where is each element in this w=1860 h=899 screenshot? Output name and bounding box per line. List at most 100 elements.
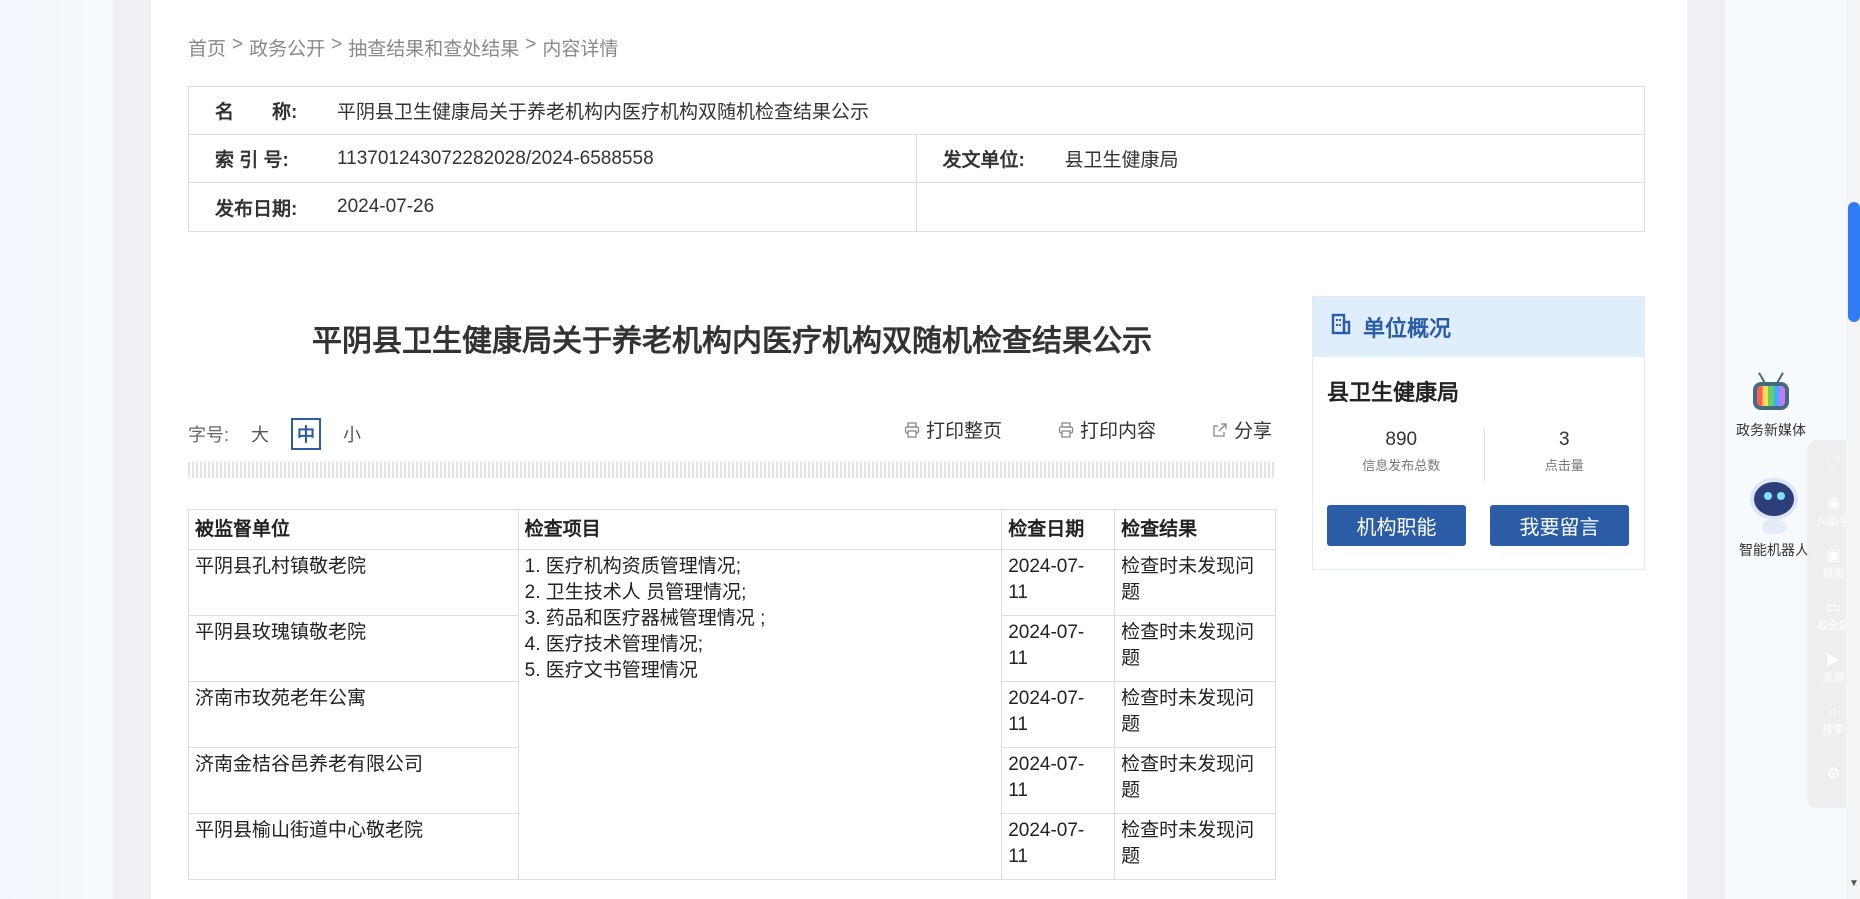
meta-index-label: 索 引 号: xyxy=(215,150,289,171)
date-line: 11 xyxy=(1008,648,1028,669)
cell-date: 2024-07- 11 xyxy=(1001,615,1116,682)
new-media-widget[interactable]: 政务新媒体 xyxy=(1733,372,1809,440)
toolbar-label: 搜索 xyxy=(1822,724,1845,736)
date-line: 2024-07- xyxy=(1008,688,1085,709)
font-size-medium-button[interactable]: 中 xyxy=(291,418,322,450)
stat-published-count: 890 xyxy=(1385,429,1418,450)
font-size-large-button[interactable]: 大 xyxy=(251,421,269,447)
breadcrumb-separator: > xyxy=(331,34,343,55)
smart-robot-widget[interactable]: 智能机器人 xyxy=(1733,470,1815,560)
date-line: 11 xyxy=(1008,714,1028,735)
breadcrumb-current: 内容详情 xyxy=(542,39,619,60)
date-line: 2024-07- xyxy=(1008,754,1085,775)
date-line: 2024-07- xyxy=(1008,820,1085,841)
print-page-button[interactable]: 打印整页 xyxy=(904,416,1002,443)
cell-date: 2024-07- 11 xyxy=(1001,747,1116,814)
toolbar-label: 截图 xyxy=(1822,568,1845,580)
column-header: 检查项目 xyxy=(517,509,1003,550)
date-line: 2024-07- xyxy=(1008,556,1085,577)
meta-name-label: 名 称: xyxy=(215,102,298,123)
unit-overview-panel: 单位概况 县卫生健康局 890 信息发布总数 3 点击量 机构职能 我要留言 xyxy=(1312,296,1645,570)
date-line: 11 xyxy=(1008,582,1028,603)
breadcrumb-home[interactable]: 首页 xyxy=(188,34,226,61)
breadcrumb-gov-affairs[interactable]: 政务公开 xyxy=(249,34,325,61)
print-content-button[interactable]: 打印内容 xyxy=(1058,416,1156,443)
scrollbar-thumb[interactable] xyxy=(1848,202,1860,322)
font-size-label: 字号: xyxy=(188,425,230,445)
share-icon xyxy=(1212,422,1228,438)
leave-message-button[interactable]: 我要留言 xyxy=(1490,505,1629,546)
stat-published-label: 信息发布总数 xyxy=(1362,458,1441,473)
result-line: 检查时未发现问 xyxy=(1121,820,1255,841)
meta-row-date: 发布日期: 2024-07-26 xyxy=(189,183,1644,231)
cell-date: 2024-07- 11 xyxy=(1001,813,1116,880)
table-row: 平阴县孔村镇敬老院 1. 医疗机构资质管理情况; 2. 卫生技术人 员管理情况;… xyxy=(188,549,1276,880)
cell-unit: 济南金桔谷邑养老有限公司 xyxy=(188,747,519,814)
printer-icon xyxy=(1058,421,1074,438)
unit-stats: 890 信息发布总数 3 点击量 xyxy=(1313,429,1644,481)
cell-result: 检查时未发现问题 xyxy=(1114,681,1276,748)
column-header: 被监督单位 xyxy=(188,509,519,550)
breadcrumb: 首页 > 政务公开 > 抽查结果和查处结果 > 内容详情 xyxy=(188,34,618,61)
inspection-table: 被监督单位 检查项目 检查日期 检查结果 平阴县孔村镇敬老院 1. 医疗机构资质… xyxy=(188,509,1276,880)
date-line: 11 xyxy=(1008,780,1028,801)
unit-overview-title: 单位概况 xyxy=(1363,316,1452,341)
divider xyxy=(188,462,1276,478)
result-line: 题 xyxy=(1121,780,1141,801)
page-gutter-left xyxy=(113,0,151,899)
toolbar-label: 录屏 xyxy=(1822,672,1845,684)
tv-icon xyxy=(1751,372,1791,414)
cell-unit: 平阴县孔村镇敬老院 xyxy=(188,549,519,616)
breadcrumb-separator: > xyxy=(232,34,244,55)
result-line: 检查时未发现问 xyxy=(1121,556,1255,577)
unit-overview-header: 单位概况 xyxy=(1313,297,1644,357)
institution-functions-button[interactable]: 机构职能 xyxy=(1327,505,1466,546)
stat-clicks: 3 点击量 xyxy=(1485,429,1645,481)
scrollbar-track[interactable] xyxy=(1846,0,1860,899)
scroll-down-arrow-icon[interactable]: ▼ xyxy=(1848,878,1860,896)
date-line: 11 xyxy=(1008,846,1028,867)
cell-unit: 平阴县榆山街道中心敬老院 xyxy=(188,813,519,880)
meta-issuer-value: 县卫生健康局 xyxy=(1064,150,1179,171)
stat-clicks-count: 3 xyxy=(1558,429,1570,450)
inspection-item: 4. 医疗技术管理情况; xyxy=(524,634,704,655)
cell-inspection-items: 1. 医疗机构资质管理情况; 2. 卫生技术人 员管理情况; 3. 药品和医疗器… xyxy=(517,549,1003,880)
cell-result: 检查时未发现问题 xyxy=(1114,549,1276,616)
font-size-switcher: 字号: 大 中 小 xyxy=(188,418,361,450)
toolbar-label: AI助手 xyxy=(1817,516,1850,528)
cell-date: 2024-07- 11 xyxy=(1001,681,1116,748)
column-header: 检查日期 xyxy=(1001,509,1116,550)
inspection-item: 3. 药品和医疗器械管理情况 ; xyxy=(524,608,766,629)
result-line: 题 xyxy=(1121,714,1141,735)
meta-name-value: 平阴县卫生健康局关于养老机构内医疗机构双随机检查结果公示 xyxy=(337,102,870,123)
font-size-small-button[interactable]: 小 xyxy=(343,421,361,447)
new-media-label: 政务新媒体 xyxy=(1736,422,1806,438)
building-icon xyxy=(1331,313,1351,341)
robot-icon xyxy=(1748,470,1800,538)
result-line: 检查时未发现问 xyxy=(1121,688,1255,709)
cell-unit: 济南市玫苑老年公寓 xyxy=(188,681,519,748)
inspection-item: 2. 卫生技术人 员管理情况; xyxy=(524,582,747,603)
unit-name: 县卫生健康局 xyxy=(1327,380,1460,405)
result-line: 检查时未发现问 xyxy=(1121,754,1255,775)
share-label: 分享 xyxy=(1234,421,1273,442)
meta-cell-name: 名 称: 平阴县卫生健康局关于养老机构内医疗机构双随机检查结果公示 xyxy=(189,87,869,134)
result-line: 题 xyxy=(1121,846,1141,867)
cell-result: 检查时未发现问题 xyxy=(1114,747,1276,814)
meta-row-name: 名 称: 平阴县卫生健康局关于养老机构内医疗机构双随机检查结果公示 xyxy=(189,87,1644,135)
meta-date-label: 发布日期: xyxy=(215,198,298,220)
printer-icon xyxy=(904,421,920,438)
share-button[interactable]: 分享 xyxy=(1212,416,1272,443)
meta-cell-empty xyxy=(917,183,1645,231)
unit-buttons: 机构职能 我要留言 xyxy=(1327,505,1644,546)
stat-published: 890 信息发布总数 xyxy=(1319,429,1485,481)
breadcrumb-separator: > xyxy=(525,34,537,55)
cell-result: 检查时未发现问题 xyxy=(1114,615,1276,682)
page-gutter-right xyxy=(1687,0,1725,899)
breadcrumb-inspection-results[interactable]: 抽查结果和查处结果 xyxy=(348,34,519,61)
result-line: 题 xyxy=(1121,648,1141,669)
document-meta-table: 名 称: 平阴县卫生健康局关于养老机构内医疗机构双随机检查结果公示 索 引 号:… xyxy=(188,86,1645,232)
cell-unit: 平阴县玫瑰镇敬老院 xyxy=(188,615,519,682)
result-line: 题 xyxy=(1121,582,1141,603)
meta-cell-index: 索 引 号: 113701243072282028/2024-6588558 xyxy=(189,135,917,182)
